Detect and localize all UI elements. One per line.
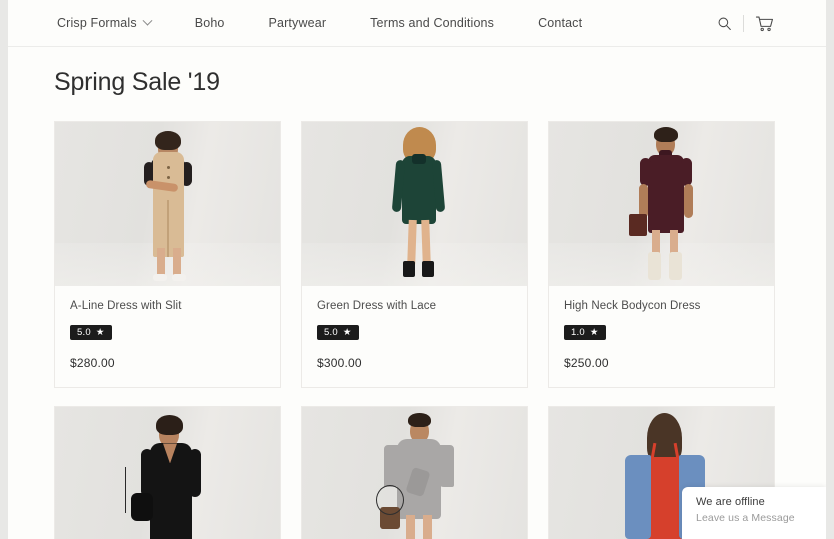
model-hair — [155, 131, 181, 150]
header-divider — [743, 15, 744, 32]
shopping-cart-icon — [755, 16, 774, 31]
denim-jacket-left — [625, 455, 651, 539]
product-image[interactable] — [302, 122, 527, 286]
browser-page: Crisp Formals Boho Partywear Terms and C… — [0, 0, 834, 539]
rating-value: 5.0 — [324, 326, 338, 338]
model-sleeve-right — [189, 449, 201, 498]
model-sleeve-left — [640, 158, 651, 186]
product-card[interactable]: Green Dress with Lace 5.0 ★ $300.00 — [301, 121, 528, 389]
search-button[interactable] — [717, 16, 732, 31]
model-boot-left — [403, 261, 415, 277]
rating-badge: 5.0 ★ — [317, 324, 359, 341]
chat-widget-subtitle[interactable]: Leave us a Message — [696, 512, 814, 524]
dress-burgundy — [648, 155, 684, 233]
dress-green — [402, 156, 436, 224]
model-arm-left — [639, 184, 648, 218]
nav-item-boho[interactable]: Boho — [195, 16, 225, 30]
rating-value: 1.0 — [571, 326, 585, 338]
star-icon: ★ — [95, 326, 105, 338]
star-icon: ★ — [589, 326, 599, 338]
model-kimono-sleeve-right — [436, 445, 454, 488]
model-hair — [408, 413, 431, 428]
search-icon — [718, 17, 731, 31]
model-leg-right — [423, 515, 432, 539]
cart-button[interactable] — [755, 15, 774, 33]
product-info: High Neck Bodycon Dress 1.0 ★ $250.00 — [549, 286, 774, 387]
dress-button — [167, 176, 170, 179]
star-icon: ★ — [342, 326, 352, 338]
model-shoe-right — [172, 274, 186, 281]
bag-strap — [125, 467, 161, 514]
product-price: $300.00 — [317, 356, 362, 371]
product-name: A-Line Dress with Slit — [70, 300, 182, 312]
product-price: $250.00 — [564, 356, 609, 371]
dress-button — [167, 166, 170, 169]
main-navigation: Crisp Formals Boho Partywear Terms and C… — [57, 15, 582, 30]
dress-mesh-neckline — [412, 154, 426, 164]
product-card[interactable] — [54, 406, 281, 539]
model-hair — [156, 415, 183, 436]
model-leg-left — [406, 515, 415, 539]
product-info: A-Line Dress with Slit 5.0 ★ $280.00 — [55, 286, 280, 387]
product-price: $280.00 — [70, 356, 115, 371]
site-viewport: Crisp Formals Boho Partywear Terms and C… — [8, 0, 826, 539]
product-image[interactable] — [302, 407, 527, 539]
product-image[interactable] — [55, 122, 280, 286]
rating-badge: 1.0 ★ — [564, 324, 606, 341]
header-actions — [717, 0, 774, 47]
dress-red-floral — [647, 457, 683, 539]
model-leg-right — [421, 219, 431, 265]
product-name: Green Dress with Lace — [317, 300, 437, 312]
product-name: High Neck Bodycon Dress — [564, 300, 701, 312]
model-sleeve-right — [681, 158, 692, 186]
offline-chat-widget[interactable]: We are offline Leave us a Message — [682, 487, 826, 539]
nav-item-label: Contact — [538, 16, 583, 30]
model-boot-right — [422, 261, 434, 277]
product-image[interactable] — [549, 122, 774, 286]
model-shoe-left — [153, 274, 167, 281]
nav-item-crisp-formals[interactable]: Crisp Formals — [57, 15, 153, 30]
dress-slit — [167, 200, 169, 257]
product-image[interactable] — [55, 407, 280, 539]
model-hair — [654, 127, 678, 142]
model-boot-right — [669, 252, 682, 280]
model-leg-left — [407, 219, 417, 265]
nav-item-label: Terms and Conditions — [370, 16, 495, 30]
nav-item-contact[interactable]: Contact — [538, 16, 582, 30]
chevron-down-icon — [142, 15, 153, 26]
nav-item-label: Boho — [194, 16, 225, 30]
rating-badge: 5.0 ★ — [70, 324, 112, 341]
model-arm-right — [684, 184, 693, 218]
product-info: Green Dress with Lace 5.0 ★ $300.00 — [302, 286, 527, 387]
model-kimono-sleeve-left — [384, 445, 402, 488]
chat-widget-title: We are offline — [696, 496, 765, 508]
site-header: Crisp Formals Boho Partywear Terms and C… — [8, 0, 826, 47]
product-card[interactable]: High Neck Bodycon Dress 1.0 ★ $250.00 — [548, 121, 775, 389]
nav-item-label: Crisp Formals — [57, 16, 137, 30]
nav-item-partywear[interactable]: Partywear — [269, 16, 327, 30]
nav-item-terms-and-conditions[interactable]: Terms and Conditions — [370, 16, 494, 30]
page-title: Spring Sale '19 — [54, 68, 220, 96]
model-boot-left — [648, 252, 661, 280]
nav-item-label: Partywear — [268, 16, 327, 30]
rating-value: 5.0 — [77, 326, 91, 338]
photo-floor — [549, 243, 774, 286]
product-card[interactable] — [301, 406, 528, 539]
model-handbag — [629, 214, 647, 236]
product-grid: A-Line Dress with Slit 5.0 ★ $280.00 Gre… — [54, 121, 795, 539]
product-card[interactable]: A-Line Dress with Slit 5.0 ★ $280.00 — [54, 121, 281, 389]
